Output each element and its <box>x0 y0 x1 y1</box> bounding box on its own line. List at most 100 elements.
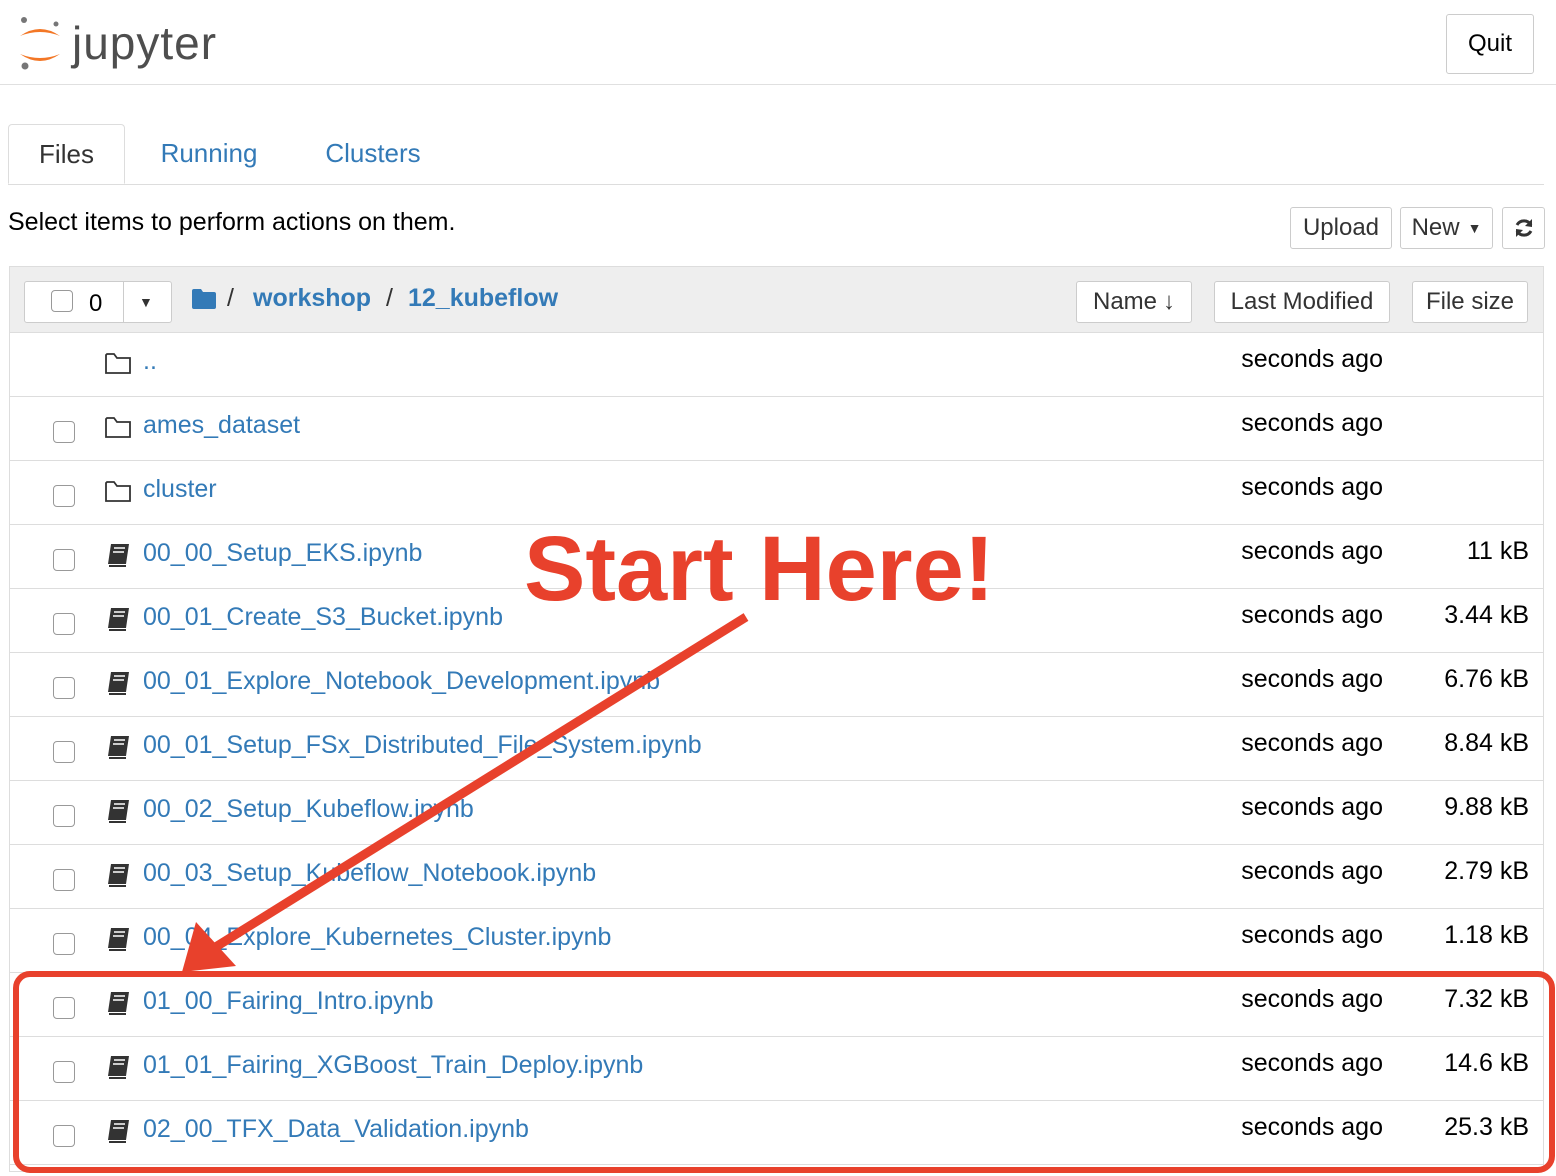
file-row[interactable]: 02_00_TFX_Data_Validation.ipynb seconds a… <box>10 1101 1543 1165</box>
row-checkbox[interactable] <box>53 549 75 571</box>
breadcrumb-workshop[interactable]: workshop <box>253 284 371 313</box>
file-size: 3.44 kB <box>1444 601 1529 629</box>
file-list-header: 0 ▼ / workshop / 12_kubeflow Name ↓ Last… <box>10 267 1543 333</box>
last-modified: seconds ago <box>1241 985 1383 1013</box>
upload-button[interactable]: Upload <box>1290 207 1392 249</box>
file-size: 8.84 kB <box>1444 729 1529 757</box>
row-checkbox[interactable] <box>53 421 75 443</box>
select-all-checkbox[interactable] <box>51 290 73 312</box>
last-modified: seconds ago <box>1241 793 1383 821</box>
quit-button[interactable]: Quit <box>1446 14 1534 74</box>
file-size: 9.88 kB <box>1444 793 1529 821</box>
folder-icon <box>105 353 131 374</box>
file-row[interactable]: 00_01_Explore_Notebook_Development.ipynb… <box>10 653 1543 717</box>
file-list: 0 ▼ / workshop / 12_kubeflow Name ↓ Last… <box>9 266 1544 1172</box>
file-name-link[interactable]: 00_01_Create_S3_Bucket.ipynb <box>143 603 503 632</box>
notebook-icon <box>108 608 129 631</box>
jupyter-logo-icon <box>20 17 60 70</box>
notebook-icon <box>108 1056 129 1079</box>
file-name-link[interactable]: 02_00_TFX_Data_Validation.ipynb <box>143 1115 529 1144</box>
divider <box>123 282 124 322</box>
row-checkbox[interactable] <box>53 741 75 763</box>
notebook-icon <box>108 736 129 759</box>
last-modified: seconds ago <box>1241 409 1383 437</box>
file-size: 7.32 kB <box>1444 985 1529 1013</box>
notebook-icon <box>108 800 129 823</box>
header-bar: jupyter Quit <box>0 0 1556 85</box>
file-name-link[interactable]: 01_01_Fairing_XGBoost_Train_Deploy.ipynb <box>143 1051 643 1080</box>
tab-files[interactable]: Files <box>8 124 125 184</box>
refresh-icon <box>1515 219 1532 237</box>
row-checkbox[interactable] <box>53 613 75 635</box>
row-checkbox[interactable] <box>53 677 75 699</box>
file-row[interactable]: 01_00_Fairing_Intro.ipynb seconds ago 7.32… <box>10 973 1543 1037</box>
file-name-link[interactable]: 00_00_Setup_EKS.ipynb <box>143 539 422 568</box>
last-modified: seconds ago <box>1241 473 1383 501</box>
file-name-link[interactable]: 00_01_Explore_Notebook_Development.ipynb <box>143 667 660 696</box>
last-modified: seconds ago <box>1241 345 1383 373</box>
notebook-icon <box>108 672 129 695</box>
last-modified: seconds ago <box>1241 601 1383 629</box>
file-row[interactable]: 00_04_Explore_Kubernetes_Cluster.ipynb se… <box>10 909 1543 973</box>
sort-name-button[interactable]: Name ↓ <box>1076 281 1192 323</box>
folder-icon <box>105 481 131 502</box>
last-modified: seconds ago <box>1241 537 1383 565</box>
file-row[interactable]: cluster seconds ago <box>10 461 1543 525</box>
logo-text: jupyter <box>72 17 218 69</box>
row-checkbox[interactable] <box>53 805 75 827</box>
arrow-down-icon: ↓ <box>1163 288 1176 315</box>
select-all-control: 0 ▼ <box>24 281 172 323</box>
sort-modified-button[interactable]: Last Modified <box>1214 281 1390 323</box>
row-checkbox[interactable] <box>53 997 75 1019</box>
last-modified: seconds ago <box>1241 921 1383 949</box>
file-name-link[interactable]: 01_00_Fairing_Intro.ipynb <box>143 987 433 1016</box>
notebook-icon <box>108 928 129 951</box>
sort-size-button[interactable]: File size <box>1412 281 1528 323</box>
file-name-link[interactable]: .. <box>143 347 157 376</box>
file-size: 6.76 kB <box>1444 665 1529 693</box>
file-size: 14.6 kB <box>1444 1049 1529 1077</box>
folder-icon <box>192 289 216 309</box>
file-name-link[interactable]: 00_01_Setup_FSx_Distributed_File_System.… <box>143 731 702 760</box>
last-modified: seconds ago <box>1241 857 1383 885</box>
file-size: 1.18 kB <box>1444 921 1529 949</box>
file-name-link[interactable]: ames_dataset <box>143 411 300 440</box>
file-row[interactable]: 00_03_Setup_Kubeflow_Notebook.ipynb secon… <box>10 845 1543 909</box>
tab-clusters[interactable]: Clusters <box>308 124 438 182</box>
file-row[interactable]: 00_01_Setup_FSx_Distributed_File_System.… <box>10 717 1543 781</box>
file-row[interactable]: 01_01_Fairing_XGBoost_Train_Deploy.ipynb… <box>10 1037 1543 1101</box>
file-size: 11 kB <box>1466 537 1529 565</box>
refresh-button[interactable] <box>1502 207 1545 249</box>
file-name-link[interactable]: 00_03_Setup_Kubeflow_Notebook.ipynb <box>143 859 596 888</box>
folder-icon <box>105 417 131 438</box>
new-button[interactable]: New ▼ <box>1400 207 1493 249</box>
caret-down-icon: ▼ <box>1467 220 1482 236</box>
row-checkbox[interactable] <box>53 933 75 955</box>
row-checkbox[interactable] <box>53 1061 75 1083</box>
sort-name-label: Name <box>1092 288 1158 315</box>
file-row[interactable]: 00_02_Setup_Kubeflow.ipynb seconds ago 9.8… <box>10 781 1543 845</box>
file-row[interactable]: 00_00_Setup_EKS.ipynb seconds ago 11 kB <box>10 525 1543 589</box>
last-modified: seconds ago <box>1241 729 1383 757</box>
row-checkbox[interactable] <box>53 1125 75 1147</box>
file-row[interactable]: .. seconds ago <box>10 333 1543 397</box>
breadcrumb-current[interactable]: 12_kubeflow <box>408 284 558 313</box>
file-size: 2.79 kB <box>1444 857 1529 885</box>
file-row[interactable]: 00_01_Create_S3_Bucket.ipynb seconds ago 3… <box>10 589 1543 653</box>
tab-running[interactable]: Running <box>148 124 270 182</box>
file-name-link[interactable]: 00_04_Explore_Kubernetes_Cluster.ipynb <box>143 923 611 952</box>
select-dropdown-caret-icon[interactable]: ▼ <box>139 294 153 310</box>
notebook-icon <box>108 1120 129 1143</box>
file-name-link[interactable]: cluster <box>143 475 217 504</box>
tab-bar: Files Running Clusters <box>8 124 1544 185</box>
breadcrumb-separator: / <box>386 284 393 312</box>
row-checkbox[interactable] <box>53 869 75 891</box>
selection-hint: Select items to perform actions on them. <box>8 208 456 236</box>
last-modified: seconds ago <box>1241 665 1383 693</box>
jupyter-logo[interactable]: jupyter <box>16 14 217 72</box>
notebook-icon <box>108 992 129 1015</box>
new-button-label: New <box>1411 214 1460 241</box>
file-name-link[interactable]: 00_02_Setup_Kubeflow.ipynb <box>143 795 474 824</box>
row-checkbox[interactable] <box>53 485 75 507</box>
file-row[interactable]: ames_dataset seconds ago <box>10 397 1543 461</box>
